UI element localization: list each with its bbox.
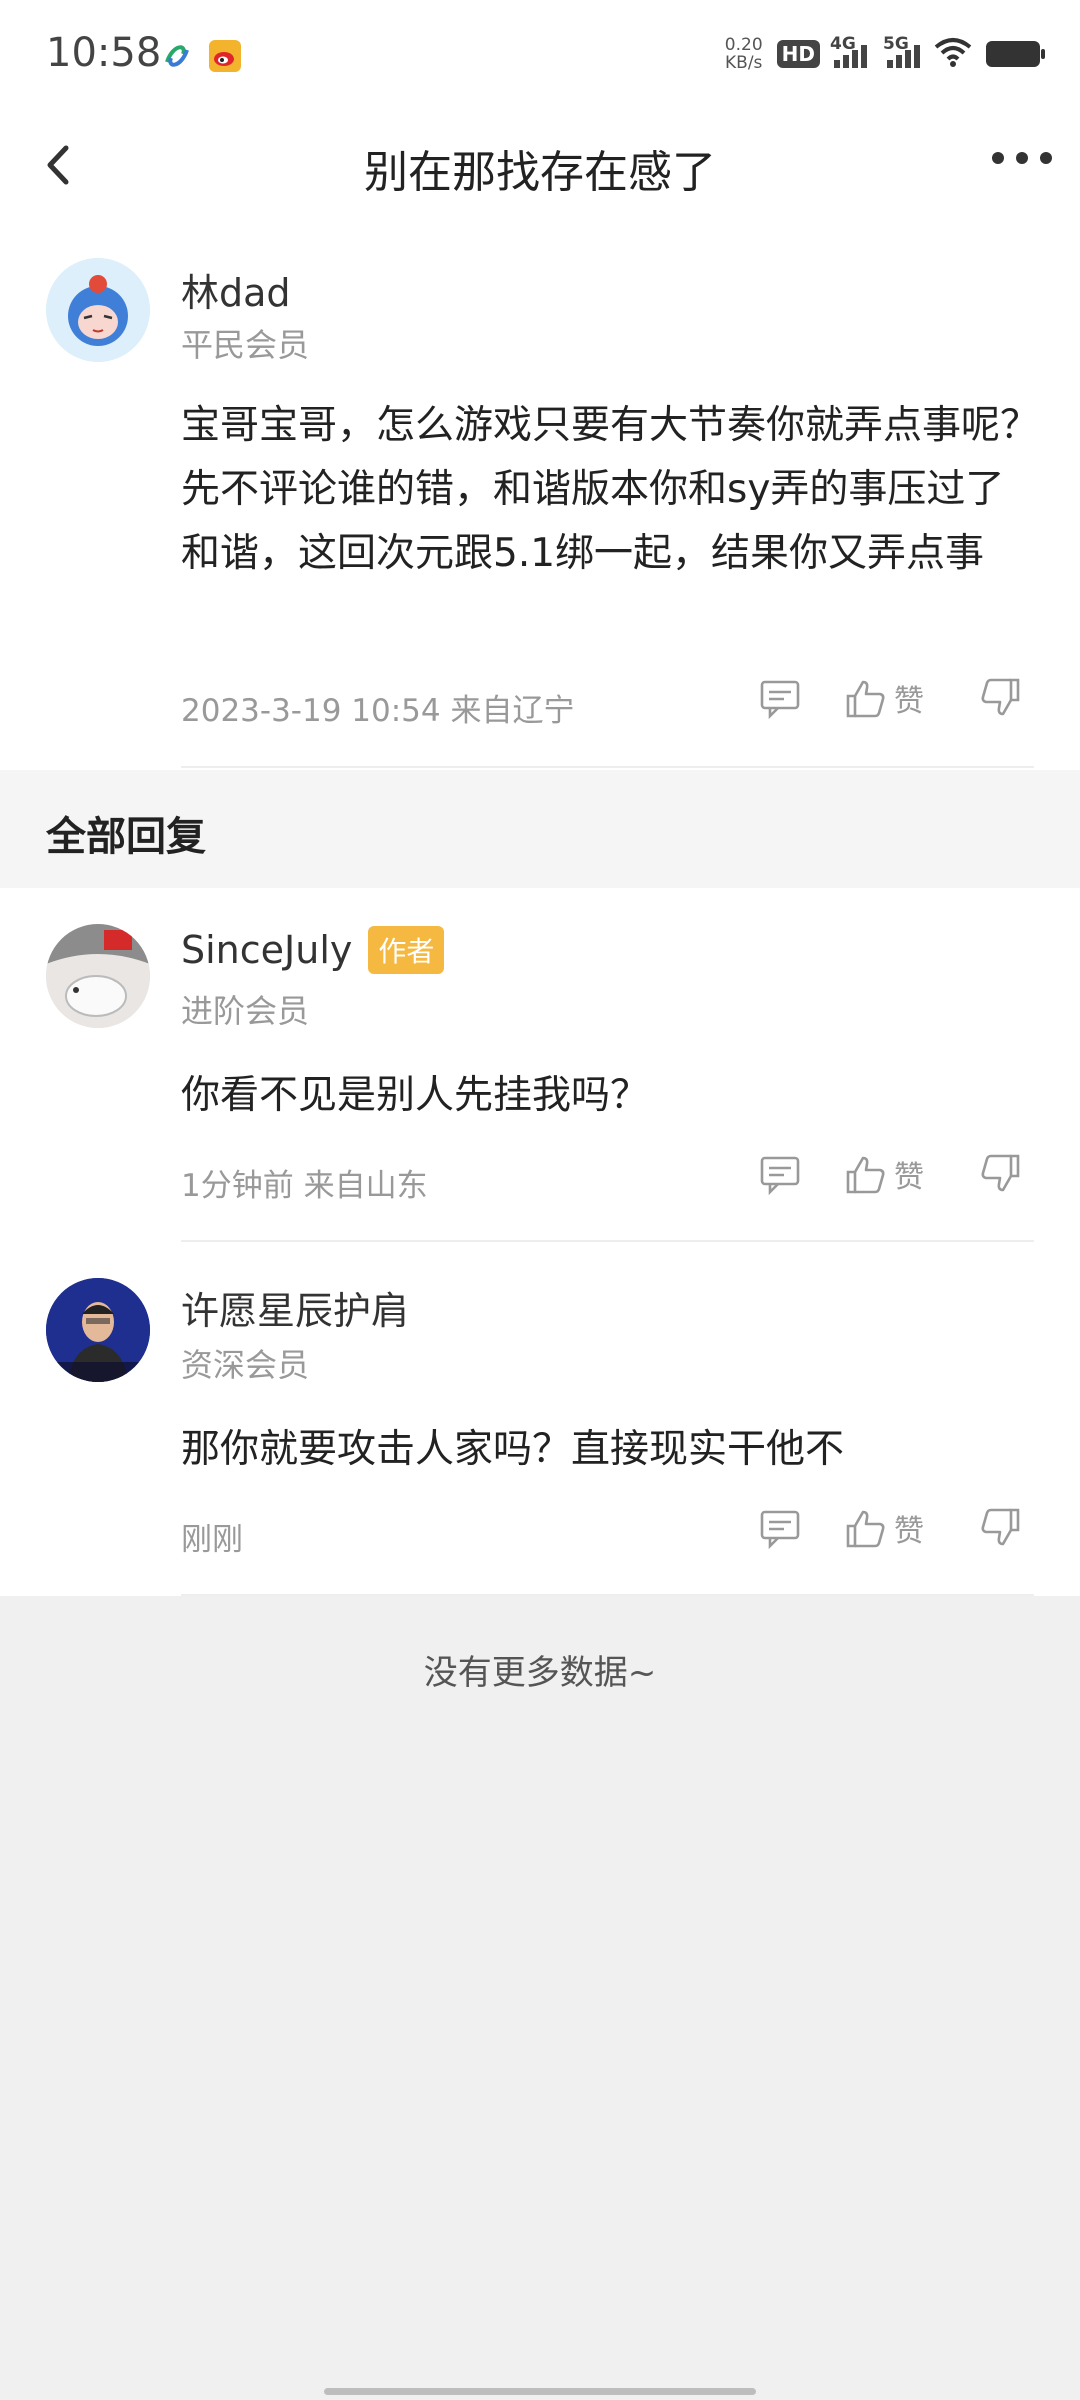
- home-indicator[interactable]: [324, 2388, 756, 2395]
- user-level: 平民会员: [181, 326, 310, 364]
- like-button[interactable]: 赞: [844, 1506, 924, 1550]
- comment-icon: [760, 680, 800, 720]
- avatar[interactable]: [46, 1278, 150, 1382]
- dislike-button[interactable]: [978, 1152, 1022, 1196]
- thumbs-up-icon: [846, 1510, 885, 1548]
- battery-icon: [986, 41, 1045, 67]
- comment-icon: [760, 1156, 800, 1196]
- nav-bar: 别在那找存在感了: [0, 110, 1080, 220]
- thumbs-down-icon: [981, 1154, 1020, 1192]
- hd-icon: HD: [776, 40, 820, 68]
- thumbs-down-icon: [981, 1508, 1020, 1546]
- like-button[interactable]: 赞: [844, 1152, 924, 1196]
- username[interactable]: SinceJuly 作者: [181, 926, 445, 974]
- page-title: 别在那找存在感了: [364, 147, 716, 198]
- user-level: 资深会员: [181, 1346, 310, 1384]
- username[interactable]: 林dad: [181, 262, 291, 317]
- wifi-icon: [934, 37, 972, 71]
- signal-4g-icon: 4G: [830, 34, 867, 68]
- main-comment: 林dad 平民会员 宝哥宝哥，怎么游戏只要有大节奏你就弄点事呢？先不评论谁的错，…: [0, 220, 1080, 770]
- net-speed: 0.20 KB/s: [724, 35, 763, 73]
- reply-meta: 1分钟前 来自山东: [181, 1168, 428, 1204]
- comment-icon: [760, 1510, 800, 1550]
- divider: [181, 766, 1034, 768]
- more-dot-icon: [1040, 152, 1052, 164]
- no-more-data-label: 没有更多数据~: [423, 1653, 657, 1693]
- reply-item: 许愿星辰护肩 资深会员 那你就要攻击人家吗？直接现实干他不 刚刚 赞: [0, 1242, 1080, 1596]
- more-dot-icon: [992, 152, 1004, 164]
- comment-content: 宝哥宝哥，怎么游戏只要有大节奏你就弄点事呢？先不评论谁的错，和谐版本你和sy弄的…: [181, 403, 1040, 576]
- avatar[interactable]: [46, 924, 150, 1028]
- section-title: 全部回复: [46, 814, 206, 860]
- dislike-button[interactable]: [978, 1506, 1022, 1550]
- more-dot-icon: [1016, 152, 1028, 164]
- reply-content: 你看不见是别人先挂我吗？: [181, 1073, 650, 1118]
- reply-button[interactable]: [758, 676, 802, 720]
- thumbs-up-icon: [846, 680, 885, 718]
- reply-content: 那你就要攻击人家吗？直接现实干他不: [181, 1427, 845, 1472]
- status-time: 10:58: [46, 30, 162, 76]
- replies-section-header: 全部回复: [0, 770, 1080, 888]
- thumbs-up-icon: [846, 1156, 885, 1194]
- dislike-button[interactable]: [978, 676, 1022, 720]
- like-button[interactable]: 赞: [844, 676, 924, 720]
- reply-button[interactable]: [758, 1506, 802, 1550]
- thumbs-down-icon: [981, 678, 1020, 716]
- comment-meta: 2023-3-19 10:54 来自辽宁: [181, 693, 575, 729]
- author-badge: 作者: [368, 926, 445, 974]
- signal-5g-icon: 5G: [883, 34, 920, 68]
- reply-item: SinceJuly 作者 进阶会员 你看不见是别人先挂我吗？ 1分钟前 来自山东…: [0, 888, 1080, 1242]
- china-mobile-icon: [163, 40, 191, 76]
- divider: [181, 1594, 1034, 1596]
- avatar[interactable]: [46, 258, 150, 362]
- reply-meta: 刚刚: [181, 1522, 243, 1558]
- reply-button[interactable]: [758, 1152, 802, 1196]
- status-bar: 10:58 0.20 KB/s HD 4G 5G: [0, 0, 1080, 110]
- user-level: 进阶会员: [181, 992, 310, 1030]
- more-options-button[interactable]: [992, 152, 1052, 164]
- username[interactable]: 许愿星辰护肩: [181, 1280, 409, 1335]
- weibo-icon: [209, 40, 241, 76]
